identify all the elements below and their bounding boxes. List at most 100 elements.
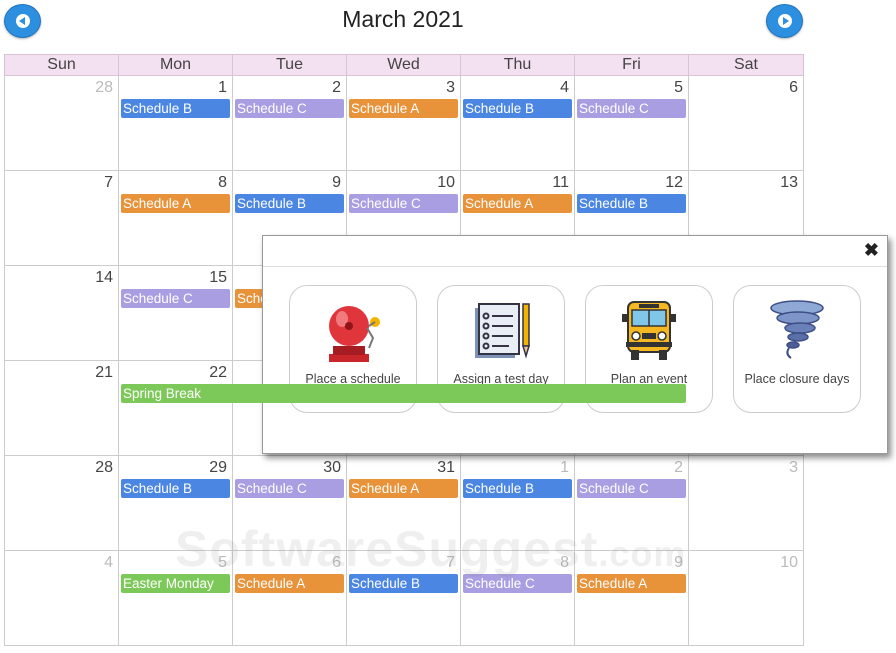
week-row: 4 5 Easter Monday 6 Schedule A 7 Schedule B 8 Sc… [4, 551, 804, 646]
schedule-event[interactable]: Schedule C [235, 479, 344, 498]
schedule-event[interactable]: Schedule B [349, 574, 458, 593]
day-number: 28 [95, 459, 113, 476]
schedule-event[interactable]: Schedule C [121, 289, 230, 308]
option-label: Place closure days [744, 372, 850, 386]
tornado-icon [770, 300, 824, 359]
day-cell[interactable]: 28 [5, 456, 119, 550]
day-cell[interactable]: 3 [689, 456, 804, 550]
day-cell[interactable]: 31 Schedule A [347, 456, 461, 550]
day-cell[interactable]: 2 Schedule C [575, 456, 689, 550]
schedule-event[interactable]: Schedule C [577, 479, 686, 498]
day-number: 4 [560, 79, 569, 96]
day-cell[interactable]: 22 Spring Break [119, 361, 686, 455]
schedule-event[interactable]: Schedule C [349, 194, 458, 213]
day-cell[interactable]: 2 Schedule C [233, 76, 347, 170]
day-number: 3 [789, 459, 798, 476]
day-cell[interactable]: 9 Schedule A [575, 551, 689, 645]
weekday-header: Sun Mon Tue Wed Thu Fri Sat [4, 54, 804, 76]
day-cell[interactable]: 6 [689, 76, 804, 170]
day-number: 1 [560, 459, 569, 476]
day-cell[interactable]: 30 Schedule C [233, 456, 347, 550]
day-number: 6 [332, 554, 341, 571]
day-number: 11 [552, 174, 569, 191]
holiday-event[interactable]: Easter Monday [121, 574, 230, 593]
schedule-event[interactable]: Schedule B [463, 99, 572, 118]
schedule-event[interactable]: Schedule A [121, 194, 230, 213]
day-number: 4 [104, 554, 113, 571]
day-number: 10 [780, 554, 798, 571]
day-number: 5 [218, 554, 227, 571]
day-number: 21 [95, 364, 113, 381]
day-cell[interactable]: 4 Schedule B [461, 76, 575, 170]
day-cell[interactable]: 1 Schedule B [461, 456, 575, 550]
day-cell[interactable]: 5 Schedule C [575, 76, 689, 170]
day-cell[interactable]: 28 [5, 76, 119, 170]
dialog-header: ✖ [263, 236, 887, 267]
day-number: 31 [437, 459, 455, 476]
place-closure-days-button[interactable]: Place closure days [733, 285, 861, 413]
day-number: 3 [446, 79, 455, 96]
schedule-event[interactable]: Schedule B [235, 194, 344, 213]
day-cell[interactable]: 21 [5, 361, 119, 455]
day-number: 9 [674, 554, 683, 571]
day-number: 6 [789, 79, 798, 96]
day-cell[interactable]: 29 Schedule B [119, 456, 233, 550]
schedule-event[interactable]: Schedule A [349, 99, 458, 118]
bell-icon [329, 306, 380, 362]
checklist-icon [475, 303, 531, 359]
weekday-sat: Sat [733, 56, 758, 73]
schedule-event[interactable]: Schedule B [121, 99, 230, 118]
day-number: 22 [209, 364, 227, 381]
schedule-event[interactable]: Schedule A [349, 479, 458, 498]
schedule-event[interactable]: Schedule B [121, 479, 230, 498]
day-cell[interactable]: 14 [5, 266, 119, 360]
schedule-event[interactable]: Schedule A [463, 194, 572, 213]
next-month-button[interactable] [766, 4, 803, 38]
action-dialog: ✖ Place a schedule Assign a test day Pla… [262, 235, 888, 454]
day-number: 14 [95, 269, 113, 286]
month-title: March 2021 [342, 6, 464, 32]
school-bus-icon [622, 301, 676, 360]
day-number: 29 [209, 459, 227, 476]
day-number: 7 [446, 554, 455, 571]
day-number: 9 [332, 174, 341, 191]
schedule-event[interactable]: Schedule A [577, 574, 686, 593]
day-cell[interactable]: 8 Schedule A [119, 171, 233, 265]
week-row: 28 1 Schedule B 2 Schedule C 3 Schedule A 4 Sche… [4, 76, 804, 171]
weekday-thu: Thu [461, 55, 575, 75]
day-number: 1 [218, 79, 227, 96]
day-number: 2 [674, 459, 683, 476]
weekday-tue: Tue [233, 55, 347, 75]
schedule-event[interactable]: Schedule C [235, 99, 344, 118]
day-cell[interactable]: 3 Schedule A [347, 76, 461, 170]
day-cell[interactable]: 7 [5, 171, 119, 265]
day-number: 2 [332, 79, 341, 96]
schedule-event[interactable]: Schedule B [463, 479, 572, 498]
schedule-event[interactable]: Schedule A [235, 574, 344, 593]
day-cell[interactable]: 8 Schedule C [461, 551, 575, 645]
schedule-event[interactable]: Schedule B [577, 194, 686, 213]
day-number: 28 [95, 79, 113, 96]
day-cell[interactable]: 5 Easter Monday [119, 551, 233, 645]
day-number: 10 [437, 174, 455, 191]
day-number: 8 [560, 554, 569, 571]
day-number: 5 [674, 79, 683, 96]
weekday-mon: Mon [119, 55, 233, 75]
day-cell[interactable]: 4 [5, 551, 119, 645]
day-number: 8 [218, 174, 227, 191]
holiday-event[interactable]: Spring Break [121, 384, 686, 403]
day-cell[interactable]: 1 Schedule B [119, 76, 233, 170]
day-cell[interactable]: 10 [689, 551, 804, 645]
week-row: 28 29 Schedule B 30 Schedule C 31 Schedule A1S… [4, 456, 804, 551]
day-cell[interactable]: 15 Schedule C [119, 266, 233, 360]
close-icon[interactable]: ✖ [864, 240, 879, 261]
day-number: 15 [209, 269, 227, 286]
day-cell[interactable]: 7 Schedule B [347, 551, 461, 645]
weekday-fri: Fri [575, 55, 689, 75]
weekday-wed: Wed [347, 55, 461, 75]
day-cell[interactable]: 6 Schedule A [233, 551, 347, 645]
day-number: 13 [780, 174, 798, 191]
chevron-right-icon [777, 14, 792, 28]
schedule-event[interactable]: Schedule C [577, 99, 686, 118]
schedule-event[interactable]: Schedule C [463, 574, 572, 593]
